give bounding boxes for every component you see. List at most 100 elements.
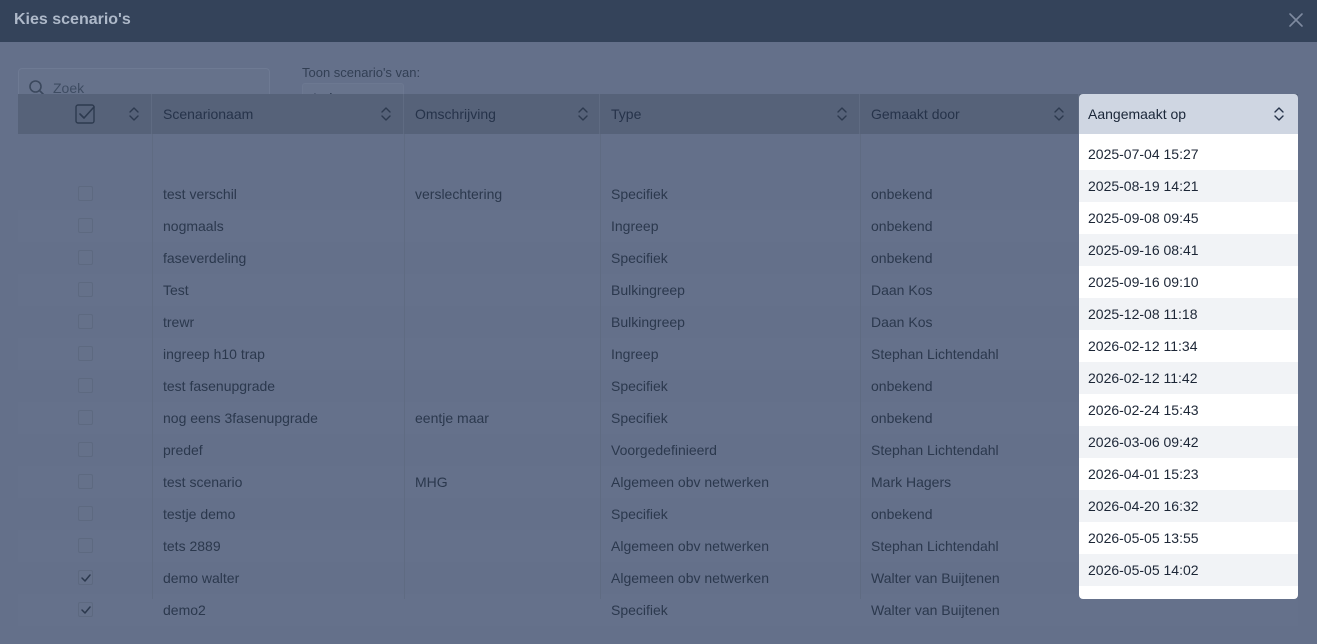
- cell-created: 2026-02-12 11:34: [1088, 338, 1198, 354]
- row-checkbox[interactable]: [78, 410, 93, 425]
- cell-author: onbekend: [871, 218, 933, 234]
- column-header-label: Type: [611, 106, 642, 122]
- cell-type: Specifiek: [611, 250, 668, 266]
- cell-description: verslechtering: [415, 186, 503, 202]
- dialog-titlebar: Kies scenario's: [0, 0, 1317, 42]
- select-all-checkbox[interactable]: [75, 104, 95, 124]
- row-checkbox[interactable]: [78, 602, 93, 617]
- row-checkbox[interactable]: [78, 442, 93, 457]
- row-checkbox[interactable]: [78, 250, 93, 265]
- cell-author: onbekend: [871, 378, 933, 394]
- cell-type: Specifiek: [611, 506, 668, 522]
- cell-author: onbekend: [871, 410, 933, 426]
- cell-author: Daan Kos: [871, 282, 933, 298]
- cell-name: Test: [163, 282, 189, 298]
- row-checkbox[interactable]: [78, 378, 93, 393]
- cell-created: 2025-12-08 11:18: [1088, 306, 1198, 322]
- cell-author: Mark Hagers: [871, 474, 952, 490]
- cell-type: Ingreep: [611, 346, 659, 362]
- column-header-author[interactable]: Gemaakt door: [860, 94, 1079, 134]
- close-button[interactable]: [1287, 11, 1305, 29]
- cell-created: 2026-02-24 15:43: [1088, 402, 1199, 418]
- cell-name: demo walter: [163, 570, 240, 586]
- created-cell-row: 2026-04-20 16:32: [1079, 490, 1298, 522]
- column-divider: [600, 134, 601, 599]
- cell-name: faseverdeling: [163, 250, 247, 266]
- cell-name: test verschil: [163, 186, 237, 202]
- cell-type: Bulkingreep: [611, 282, 685, 298]
- cell-created: 2025-08-19 14:21: [1088, 178, 1199, 194]
- row-checkbox[interactable]: [78, 186, 93, 201]
- cell-type: Algemeen obv netwerken: [611, 570, 769, 586]
- close-icon: [1289, 13, 1303, 27]
- created-column: 2025-07-04 15:27 2025-08-19 14:21 2025-09-…: [1079, 134, 1298, 599]
- sort-icon[interactable]: [381, 106, 391, 122]
- cell-author: onbekend: [871, 506, 933, 522]
- cell-created: 2025-09-16 09:10: [1088, 274, 1199, 290]
- cell-description: MHG: [415, 474, 448, 490]
- cell-type: Specifiek: [611, 378, 668, 394]
- cell-type: Specifiek: [611, 602, 668, 618]
- cell-author: Stephan Lichtendahl: [871, 538, 999, 554]
- select-all-header: [18, 94, 152, 134]
- created-cell-row: 2025-09-08 09:45: [1079, 202, 1298, 234]
- column-header-label: Aangemaakt op: [1088, 106, 1187, 122]
- sort-icon[interactable]: [1054, 106, 1064, 122]
- cell-author: Stephan Lichtendahl: [871, 346, 999, 362]
- row-checkbox[interactable]: [78, 538, 93, 553]
- cell-type: Specifiek: [611, 186, 668, 202]
- cell-created: 2026-05-05 13:55: [1088, 530, 1199, 546]
- created-cell-row: 2026-05-05 14:02: [1079, 554, 1298, 586]
- cell-name: test scenario: [163, 474, 243, 490]
- row-checkbox[interactable]: [78, 570, 93, 585]
- row-checkbox[interactable]: [78, 282, 93, 297]
- cell-created: 2025-09-08 09:45: [1088, 210, 1199, 226]
- cell-name: ingreep h10 trap: [163, 346, 265, 362]
- cell-author: Walter van Buijtenen: [871, 602, 1000, 618]
- cell-name: test fasenupgrade: [163, 378, 276, 394]
- created-cell-row: 2026-02-12 11:34: [1079, 330, 1298, 362]
- created-cell-row: 2026-05-05 13:55: [1079, 522, 1298, 554]
- sort-icon[interactable]: [129, 106, 139, 122]
- cell-created: 2025-07-04 15:27: [1088, 146, 1199, 162]
- created-cell-row: 2025-09-16 08:41: [1079, 234, 1298, 266]
- cell-author: Stephan Lichtendahl: [871, 442, 999, 458]
- sort-icon[interactable]: [1274, 106, 1284, 122]
- cell-created: 2026-04-20 16:32: [1088, 498, 1199, 514]
- cell-created: 2026-05-05 14:02: [1088, 562, 1199, 578]
- created-cell-row: 2026-02-24 15:43: [1079, 394, 1298, 426]
- sort-icon[interactable]: [837, 106, 847, 122]
- created-cell-row: 2025-07-04 15:27: [1079, 138, 1298, 170]
- cell-created: 2026-03-06 09:42: [1088, 434, 1199, 450]
- cell-name: tets 2889: [163, 538, 221, 554]
- filter-label: Toon scenario's van:: [302, 65, 421, 80]
- row-checkbox[interactable]: [78, 346, 93, 361]
- sort-icon[interactable]: [578, 106, 588, 122]
- column-divider: [404, 134, 405, 599]
- row-checkbox[interactable]: [78, 218, 93, 233]
- column-header-type[interactable]: Type: [600, 94, 860, 134]
- column-header-description[interactable]: Omschrijving: [404, 94, 600, 134]
- cell-type: Specifiek: [611, 410, 668, 426]
- created-cell-row: 2025-12-08 11:18: [1079, 298, 1298, 330]
- created-cell-row: 2026-04-01 15:23: [1079, 458, 1298, 490]
- cell-author: onbekend: [871, 250, 933, 266]
- row-checkbox[interactable]: [78, 506, 93, 521]
- row-checkbox[interactable]: [78, 474, 93, 489]
- column-header-name[interactable]: Scenarionaam: [152, 94, 404, 134]
- cell-type: Algemeen obv netwerken: [611, 538, 769, 554]
- cell-author: Walter van Buijtenen: [871, 570, 1000, 586]
- cell-name: trewr: [163, 314, 195, 330]
- cell-type: Voorgedefinieerd: [611, 442, 717, 458]
- column-divider: [860, 134, 861, 599]
- check-icon: [81, 574, 91, 582]
- created-cell-row: 2026-03-06 09:42: [1079, 426, 1298, 458]
- column-header-label: Scenarionaam: [163, 106, 254, 122]
- dialog-title: Kies scenario's: [14, 11, 131, 28]
- cell-author: Daan Kos: [871, 314, 933, 330]
- column-header-label: Gemaakt door: [871, 106, 960, 122]
- created-cell-row: 2025-08-19 14:21: [1079, 170, 1298, 202]
- check-icon: [81, 606, 91, 614]
- row-checkbox[interactable]: [78, 314, 93, 329]
- column-header-created[interactable]: Aangemaakt op: [1079, 94, 1298, 134]
